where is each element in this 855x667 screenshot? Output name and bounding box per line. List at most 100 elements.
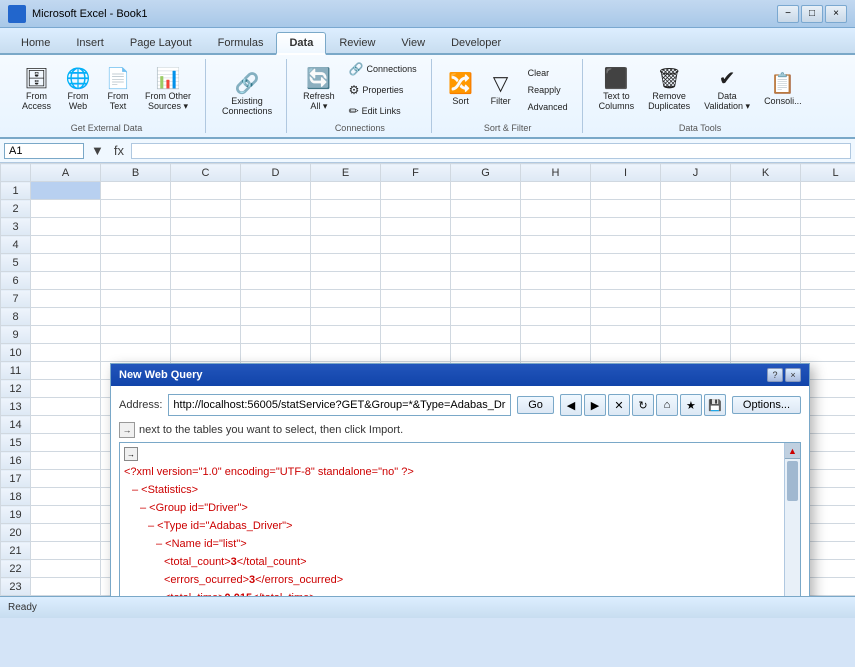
name-box[interactable] — [4, 143, 84, 159]
cell-r9-c5[interactable] — [381, 326, 451, 344]
cell-r3-c9[interactable] — [661, 218, 731, 236]
cell-r8-c5[interactable] — [381, 308, 451, 326]
maximize-button[interactable]: □ — [801, 5, 823, 23]
go-button[interactable]: Go — [517, 396, 554, 414]
existing-connections-button[interactable]: 🔗 ExistingConnections — [216, 70, 278, 120]
cell-r4-c6[interactable] — [451, 236, 521, 254]
cell-r9-c9[interactable] — [661, 326, 731, 344]
cell-r7-c8[interactable] — [591, 290, 661, 308]
consolidate-button[interactable]: 📋 Consoli... — [758, 70, 808, 110]
tab-home[interactable]: Home — [8, 32, 63, 53]
cell-r22-c0[interactable] — [31, 560, 101, 578]
cell-r1-c2[interactable] — [171, 182, 241, 200]
cell-r3-c4[interactable] — [311, 218, 381, 236]
cell-r5-c8[interactable] — [591, 254, 661, 272]
advanced-button[interactable]: Advanced — [522, 99, 574, 115]
cell-r4-c9[interactable] — [661, 236, 731, 254]
minimize-button[interactable]: − — [777, 5, 799, 23]
cell-r11-c0[interactable] — [31, 362, 101, 380]
cell-r4-c1[interactable] — [101, 236, 171, 254]
cell-r3-c11[interactable] — [801, 218, 855, 236]
cell-r1-c6[interactable] — [451, 182, 521, 200]
cell-r1-c9[interactable] — [661, 182, 731, 200]
cell-r4-c4[interactable] — [311, 236, 381, 254]
reapply-button[interactable]: Reapply — [522, 82, 574, 98]
cell-r4-c7[interactable] — [521, 236, 591, 254]
cell-r8-c1[interactable] — [101, 308, 171, 326]
cell-r10-c3[interactable] — [241, 344, 311, 362]
cell-r2-c2[interactable] — [171, 200, 241, 218]
nav-refresh-button[interactable]: ↻ — [632, 394, 654, 416]
nav-star-button[interactable]: ★ — [680, 394, 702, 416]
cell-r1-c5[interactable] — [381, 182, 451, 200]
cell-r4-c2[interactable] — [171, 236, 241, 254]
cell-r5-c7[interactable] — [521, 254, 591, 272]
cell-r9-c11[interactable] — [801, 326, 855, 344]
cell-r10-c4[interactable] — [311, 344, 381, 362]
cell-r9-c6[interactable] — [451, 326, 521, 344]
cell-r1-c3[interactable] — [241, 182, 311, 200]
xml-import-arrow-button[interactable]: → — [124, 447, 138, 461]
nav-home-button[interactable]: ⌂ — [656, 394, 678, 416]
cell-r18-c0[interactable] — [31, 488, 101, 506]
cell-r4-c5[interactable] — [381, 236, 451, 254]
cell-r7-c10[interactable] — [731, 290, 801, 308]
cell-r8-c9[interactable] — [661, 308, 731, 326]
cell-r6-c2[interactable] — [171, 272, 241, 290]
from-text-button[interactable]: 📄 FromText — [99, 65, 137, 115]
cell-r5-c3[interactable] — [241, 254, 311, 272]
cell-r6-c1[interactable] — [101, 272, 171, 290]
clear-button[interactable]: Clear — [522, 65, 574, 81]
edit-links-button[interactable]: ✏ Edit Links — [343, 101, 423, 121]
cell-r6-c11[interactable] — [801, 272, 855, 290]
cell-r1-c7[interactable] — [521, 182, 591, 200]
tab-review[interactable]: Review — [326, 32, 388, 53]
cell-r6-c8[interactable] — [591, 272, 661, 290]
cell-r23-c0[interactable] — [31, 578, 101, 596]
cell-r7-c11[interactable] — [801, 290, 855, 308]
cell-r2-c1[interactable] — [101, 200, 171, 218]
cell-r2-c10[interactable] — [731, 200, 801, 218]
xml-scrollbar[interactable]: ▲ ▼ — [784, 443, 800, 596]
cell-r7-c3[interactable] — [241, 290, 311, 308]
cell-r9-c1[interactable] — [101, 326, 171, 344]
cell-r10-c2[interactable] — [171, 344, 241, 362]
expand-formula-btn[interactable]: ▼ — [88, 143, 107, 158]
cell-r2-c11[interactable] — [801, 200, 855, 218]
cell-r10-c9[interactable] — [661, 344, 731, 362]
cell-r10-c5[interactable] — [381, 344, 451, 362]
cell-r3-c7[interactable] — [521, 218, 591, 236]
tab-developer[interactable]: Developer — [438, 32, 514, 53]
cell-r13-c0[interactable] — [31, 398, 101, 416]
cell-r5-c6[interactable] — [451, 254, 521, 272]
cell-r15-c0[interactable] — [31, 434, 101, 452]
cell-r10-c11[interactable] — [801, 344, 855, 362]
cell-r21-c0[interactable] — [31, 542, 101, 560]
cell-r3-c2[interactable] — [171, 218, 241, 236]
cell-r7-c6[interactable] — [451, 290, 521, 308]
cell-r6-c0[interactable] — [31, 272, 101, 290]
cell-r10-c6[interactable] — [451, 344, 521, 362]
cell-r2-c3[interactable] — [241, 200, 311, 218]
tab-data[interactable]: Data — [276, 32, 326, 55]
cell-r7-c2[interactable] — [171, 290, 241, 308]
cell-r2-c9[interactable] — [661, 200, 731, 218]
cell-r8-c8[interactable] — [591, 308, 661, 326]
cell-r2-c8[interactable] — [591, 200, 661, 218]
cell-r10-c8[interactable] — [591, 344, 661, 362]
cell-r9-c0[interactable] — [31, 326, 101, 344]
cell-r19-c0[interactable] — [31, 506, 101, 524]
cell-r7-c9[interactable] — [661, 290, 731, 308]
filter-button[interactable]: ▽ Filter — [482, 70, 520, 110]
cell-r7-c0[interactable] — [31, 290, 101, 308]
cell-r4-c11[interactable] — [801, 236, 855, 254]
properties-button[interactable]: ⚙ Properties — [343, 80, 423, 100]
cell-r2-c7[interactable] — [521, 200, 591, 218]
sort-button[interactable]: 🔀 Sort — [442, 70, 480, 110]
cell-r1-c4[interactable] — [311, 182, 381, 200]
cell-r9-c10[interactable] — [731, 326, 801, 344]
cell-r5-c4[interactable] — [311, 254, 381, 272]
cell-r7-c7[interactable] — [521, 290, 591, 308]
cell-r9-c7[interactable] — [521, 326, 591, 344]
cell-r5-c2[interactable] — [171, 254, 241, 272]
